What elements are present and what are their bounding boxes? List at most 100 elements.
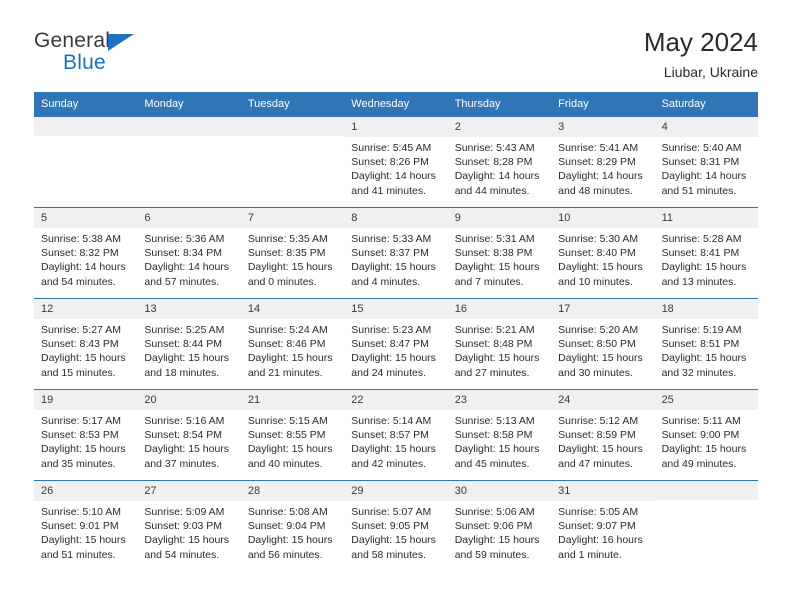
calendar-day-cell[interactable]: 14 Sunrise: 5:24 AM Sunset: 8:46 PM Dayligh…	[240, 298, 345, 389]
day-details: Sunrise: 5:31 AM Sunset: 8:38 PM Daylight:…	[448, 228, 551, 289]
calendar-day-cell[interactable]: 13 Sunrise: 5:25 AM Sunset: 8:44 PM Dayligh…	[137, 298, 241, 389]
triangle-icon	[108, 34, 134, 51]
calendar-day-cell[interactable]: 24 Sunrise: 5:12 AM Sunset: 8:59 PM Dayligh…	[551, 389, 655, 480]
calendar-day-cell[interactable]: 19 Sunrise: 5:17 AM Sunset: 8:53 PM Dayligh…	[34, 389, 138, 480]
sunrise-text: Sunrise: 5:20 AM	[558, 323, 639, 336]
calendar-day-cell[interactable]: 27 Sunrise: 5:09 AM Sunset: 9:03 PM Dayligh…	[137, 480, 241, 571]
daylight-text: Daylight: 15 hours and 40 minutes.	[247, 443, 333, 470]
general-blue-logo[interactable]: General Blue	[34, 28, 154, 80]
day-details: Sunrise: 5:23 AM Sunset: 8:47 PM Daylight:…	[344, 319, 447, 380]
calendar-day-cell[interactable]: 12 Sunrise: 5:27 AM Sunset: 8:43 PM Dayligh…	[34, 298, 138, 389]
sunrise-text: Sunrise: 5:06 AM	[454, 505, 535, 518]
calendar-day-cell[interactable]: 4 Sunrise: 5:40 AM Sunset: 8:31 PM Daylight…	[654, 116, 758, 207]
sunset-text: Sunset: 8:43 PM	[41, 338, 119, 351]
calendar-day-cell[interactable]: 29 Sunrise: 5:07 AM Sunset: 9:05 PM Dayligh…	[344, 480, 448, 571]
weekday-header-thursday: Thursday	[454, 97, 501, 110]
calendar-day-cell[interactable]: 11 Sunrise: 5:28 AM Sunset: 8:41 PM Dayligh…	[654, 207, 758, 298]
calendar-day-cell[interactable]: 8 Sunrise: 5:33 AM Sunset: 8:37 PM Daylight…	[344, 207, 448, 298]
calendar-day-cell[interactable]: 6 Sunrise: 5:36 AM Sunset: 8:34 PM Daylight…	[137, 207, 241, 298]
day-number: 26	[34, 480, 138, 501]
calendar-day-cell[interactable]: 2 Sunrise: 5:43 AM Sunset: 8:28 PM Daylight…	[447, 116, 552, 207]
day-number: 3	[551, 116, 655, 137]
day-number: 30	[447, 480, 552, 501]
day-details: Sunrise: 5:20 AM Sunset: 8:50 PM Daylight:…	[551, 319, 654, 380]
calendar-day-cell[interactable]: 17 Sunrise: 5:20 AM Sunset: 8:50 PM Dayligh…	[551, 298, 655, 389]
sunset-text: Sunset: 9:00 PM	[661, 429, 740, 442]
calendar-day-cell[interactable]: 10 Sunrise: 5:30 AM Sunset: 8:40 PM Dayligh…	[551, 207, 655, 298]
calendar-day-cell[interactable]: 28 Sunrise: 5:08 AM Sunset: 9:04 PM Dayligh…	[240, 480, 345, 571]
daylight-text: Daylight: 15 hours and 47 minutes.	[558, 443, 643, 470]
logo-word-general: General	[34, 29, 111, 52]
calendar-day-cell[interactable]: 21 Sunrise: 5:15 AM Sunset: 8:55 PM Dayligh…	[240, 389, 345, 480]
calendar-page: General Blue May 2024 Liubar, Ukraine Su…	[0, 0, 792, 612]
day-number: 14	[240, 298, 345, 319]
daylight-text: Daylight: 15 hours and 49 minutes.	[661, 443, 747, 470]
calendar-day-cell[interactable]: 26 Sunrise: 5:10 AM Sunset: 9:01 PM Dayligh…	[34, 480, 138, 571]
sunrise-text: Sunrise: 5:35 AM	[247, 232, 328, 245]
sunrise-text: Sunrise: 5:19 AM	[661, 323, 742, 336]
daylight-text: Daylight: 15 hours and 30 minutes.	[558, 352, 643, 379]
weekday-header-friday: Friday	[558, 97, 589, 110]
calendar-day-cell[interactable]: 3 Sunrise: 5:41 AM Sunset: 8:29 PM Daylight…	[551, 116, 655, 207]
calendar-day-cell[interactable]: 7 Sunrise: 5:35 AM Sunset: 8:35 PM Daylight…	[240, 207, 345, 298]
sunset-text: Sunset: 8:57 PM	[351, 429, 429, 442]
daylight-text: Daylight: 15 hours and 10 minutes.	[558, 261, 643, 288]
calendar-day-cell[interactable]: 18 Sunrise: 5:19 AM Sunset: 8:51 PM Dayligh…	[654, 298, 758, 389]
calendar-day-cell[interactable]: 20 Sunrise: 5:16 AM Sunset: 8:54 PM Dayligh…	[137, 389, 241, 480]
sunrise-text: Sunrise: 5:41 AM	[558, 141, 639, 154]
calendar-day-cell[interactable]: 31 Sunrise: 5:05 AM Sunset: 9:07 PM Dayligh…	[551, 480, 655, 571]
calendar-day-cell[interactable]: 22 Sunrise: 5:14 AM Sunset: 8:57 PM Dayligh…	[344, 389, 448, 480]
calendar-day-cell[interactable]: 23 Sunrise: 5:13 AM Sunset: 8:58 PM Dayligh…	[447, 389, 552, 480]
daylight-text: Daylight: 15 hours and 42 minutes.	[351, 443, 436, 470]
daylight-text: Daylight: 15 hours and 24 minutes.	[351, 352, 436, 379]
sunset-text: Sunset: 8:28 PM	[454, 156, 533, 169]
sunset-text: Sunset: 9:01 PM	[41, 520, 119, 533]
day-details: Sunrise: 5:09 AM Sunset: 9:03 PM Daylight:…	[137, 501, 240, 562]
calendar-day-cell-empty	[654, 480, 758, 571]
day-number: 5	[34, 207, 138, 228]
weekday-header-sunday: Sunday	[41, 97, 79, 110]
day-number: 12	[34, 298, 138, 319]
calendar-day-cell[interactable]: 25 Sunrise: 5:11 AM Sunset: 9:00 PM Dayligh…	[654, 389, 758, 480]
daylight-text: Daylight: 15 hours and 21 minutes.	[247, 352, 333, 379]
calendar-day-cell[interactable]: 30 Sunrise: 5:06 AM Sunset: 9:06 PM Dayligh…	[447, 480, 552, 571]
daylight-text: Daylight: 14 hours and 41 minutes.	[351, 170, 436, 197]
sunrise-text: Sunrise: 5:14 AM	[351, 414, 432, 427]
calendar-day-cell[interactable]: 15 Sunrise: 5:23 AM Sunset: 8:47 PM Dayligh…	[344, 298, 448, 389]
day-details: Sunrise: 5:40 AM Sunset: 8:31 PM Daylight:…	[655, 137, 758, 198]
daylight-text: Daylight: 14 hours and 44 minutes.	[454, 170, 540, 197]
day-number: 31	[551, 480, 655, 501]
day-details: Sunrise: 5:08 AM Sunset: 9:04 PM Daylight:…	[241, 501, 344, 562]
daylight-text: Daylight: 15 hours and 37 minutes.	[144, 443, 230, 470]
daylight-text: Daylight: 15 hours and 45 minutes.	[454, 443, 540, 470]
sunset-text: Sunset: 8:48 PM	[454, 338, 533, 351]
calendar-day-cell[interactable]: 16 Sunrise: 5:21 AM Sunset: 8:48 PM Dayligh…	[447, 298, 552, 389]
sunrise-text: Sunrise: 5:10 AM	[41, 505, 121, 518]
day-number	[240, 116, 345, 136]
sunrise-text: Sunrise: 5:16 AM	[144, 414, 225, 427]
sunrise-text: Sunrise: 5:08 AM	[247, 505, 328, 518]
day-details: Sunrise: 5:19 AM Sunset: 8:51 PM Daylight:…	[655, 319, 758, 380]
sunset-text: Sunset: 8:47 PM	[351, 338, 429, 351]
sunset-text: Sunset: 8:55 PM	[247, 429, 326, 442]
page-header: General Blue May 2024 Liubar, Ukraine	[0, 0, 792, 81]
day-details: Sunrise: 5:38 AM Sunset: 8:32 PM Daylight:…	[34, 228, 137, 289]
sunset-text: Sunset: 8:26 PM	[351, 156, 429, 169]
calendar-day-cell[interactable]: 5 Sunrise: 5:38 AM Sunset: 8:32 PM Daylight…	[34, 207, 138, 298]
calendar-day-cell[interactable]: 1 Sunrise: 5:45 AM Sunset: 8:26 PM Daylight…	[344, 116, 448, 207]
sunset-text: Sunset: 8:50 PM	[558, 338, 636, 351]
day-number	[34, 116, 138, 136]
daylight-text: Daylight: 15 hours and 0 minutes.	[247, 261, 333, 288]
daylight-text: Daylight: 15 hours and 13 minutes.	[661, 261, 747, 288]
calendar-day-cell[interactable]: 9 Sunrise: 5:31 AM Sunset: 8:38 PM Daylight…	[447, 207, 552, 298]
day-number: 17	[551, 298, 655, 319]
day-details: Sunrise: 5:11 AM Sunset: 9:00 PM Daylight:…	[655, 410, 758, 471]
calendar-day-cell-empty	[34, 116, 138, 207]
day-number: 13	[137, 298, 241, 319]
daylight-text: Daylight: 15 hours and 32 minutes.	[661, 352, 747, 379]
calendar-week-row: 5 Sunrise: 5:38 AM Sunset: 8:32 PM Daylight…	[34, 206, 758, 298]
daylight-text: Daylight: 15 hours and 51 minutes.	[41, 534, 126, 561]
day-number	[137, 116, 241, 136]
day-number: 10	[551, 207, 655, 228]
day-details: Sunrise: 5:05 AM Sunset: 9:07 PM Daylight:…	[551, 501, 654, 562]
